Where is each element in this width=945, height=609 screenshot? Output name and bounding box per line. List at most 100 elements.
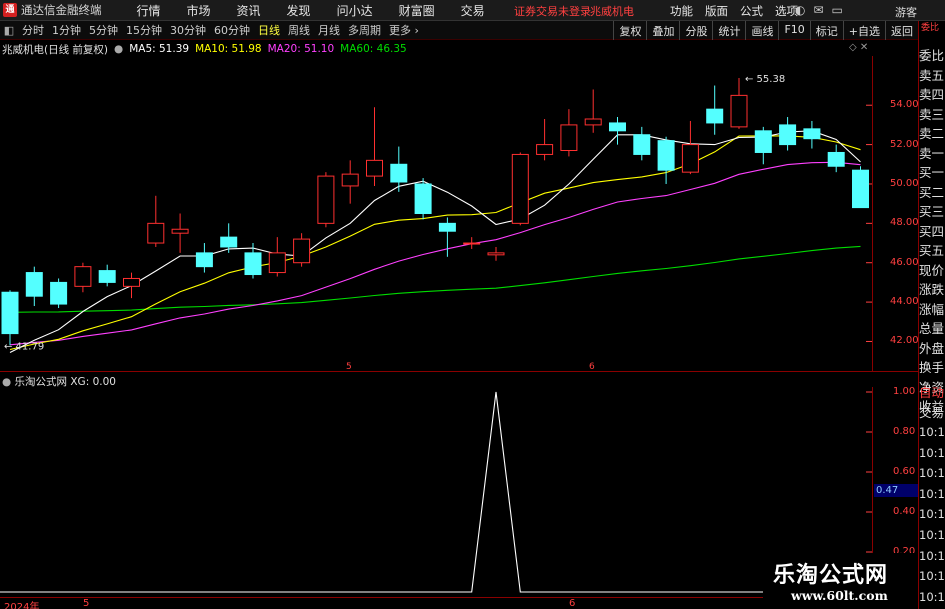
candle-down xyxy=(98,270,116,283)
period-weekly[interactable]: 周线 xyxy=(284,22,314,38)
quote-field: 卖四 xyxy=(919,87,945,102)
candle-up xyxy=(171,228,189,234)
mark-button[interactable]: 标记 xyxy=(809,21,843,40)
price-tick: 48.00 xyxy=(890,217,919,229)
trade-tab[interactable]: 交易 xyxy=(919,402,944,421)
xg-signal-line xyxy=(0,391,861,593)
f10-button[interactable]: F10 xyxy=(778,21,809,40)
period-monthly[interactable]: 月线 xyxy=(314,22,344,38)
menu-formula[interactable]: 公式 xyxy=(734,3,769,19)
candle-down xyxy=(827,151,845,167)
quote-field: 涨跌 xyxy=(919,282,945,297)
candle-up xyxy=(317,175,335,224)
trade-time: 10:14 xyxy=(919,548,945,563)
period-15min[interactable]: 15分钟 xyxy=(122,22,166,38)
quote-field: 买四 xyxy=(919,223,945,239)
period-more[interactable]: 更多 › xyxy=(385,22,423,38)
trade-time-list: 10:14 10:14 10:14 10:14 10:14 10:14 10:14 10:14… xyxy=(919,422,945,607)
period-multi[interactable]: 多周期 xyxy=(344,22,385,38)
price-tick: 50.00 xyxy=(890,177,919,189)
back-button[interactable]: 返回 xyxy=(885,21,918,40)
right-menu: 功能 版面 公式 选项 xyxy=(664,3,804,19)
quote-field-list: 委比 卖五 卖四 卖三 卖二 卖一 买一 买二 买三 买四 买五 现价 涨跌 涨幅 总量 外盘 换手 净资 收益 xyxy=(919,46,945,417)
low-price-annotation: ← 41.79 xyxy=(4,342,44,353)
event-marker: 5 xyxy=(346,362,352,371)
candle-down xyxy=(1,291,19,335)
menu-discover[interactable]: 发现 xyxy=(274,2,324,19)
panel-toggle-icon[interactable]: ◧ xyxy=(0,24,18,37)
trade-time: 10:14 xyxy=(919,527,945,542)
menu-news[interactable]: 资讯 xyxy=(224,2,274,19)
candle-down xyxy=(657,140,675,171)
menu-market[interactable]: 行情 xyxy=(124,2,174,19)
indicator-tick: 0.40 xyxy=(893,506,916,517)
period-60min[interactable]: 60分钟 xyxy=(210,22,254,38)
split-button[interactable]: 分股 xyxy=(679,21,712,40)
candle-down xyxy=(25,272,43,297)
menu-ask[interactable]: 问小达 xyxy=(324,2,386,19)
price-axis: 54.00 52.00 50.00 48.00 46.00 44.00 42.0… xyxy=(872,56,919,371)
chart-stock-name: 兆威机电(日线 前复权) xyxy=(2,43,109,56)
quote-field: 卖五 xyxy=(919,67,945,83)
period-5min[interactable]: 5分钟 xyxy=(85,22,122,38)
trade-time: 10:14 xyxy=(919,569,945,584)
main-menu: 行情 市场 资讯 发现 问小达 财富圈 交易 xyxy=(124,2,498,19)
sidebar-top-indicator: 委比 xyxy=(921,23,940,33)
draw-button[interactable]: 画线 xyxy=(745,21,778,40)
stats-button[interactable]: 统计 xyxy=(712,21,745,40)
candle-up xyxy=(487,252,505,256)
ma5-value: MA5: 51.39 xyxy=(129,43,190,55)
settings-icon[interactable]: ● xyxy=(114,43,123,55)
candle-up xyxy=(123,277,140,287)
period-1min[interactable]: 1分钟 xyxy=(48,22,85,38)
close-icon[interactable]: ✕ xyxy=(860,42,868,53)
price-candlestick-chart[interactable]: ← 55.38 ← 41.79 5 6 xyxy=(0,56,872,371)
watermark-url: www.60lt.com xyxy=(791,588,888,603)
menu-trade[interactable]: 交易 xyxy=(448,2,498,19)
chart-toolbar: 复权 叠加 分股 统计 画线 F10 标记 +自选 返回 xyxy=(613,21,918,40)
candle-down xyxy=(779,124,797,146)
quote-field: 买二 xyxy=(919,184,945,200)
quote-field: 委比 xyxy=(919,48,945,63)
diamond-icon[interactable]: ◇ xyxy=(849,42,857,53)
menu-layout[interactable]: 版面 xyxy=(699,3,734,19)
menu-function[interactable]: 功能 xyxy=(664,3,699,19)
ma-info-line: 兆威机电(日线 前复权) ● MA5: 51.39 MA10: 51.98 MA… xyxy=(2,42,407,56)
quote-field: 涨幅 xyxy=(919,301,945,317)
menu-wealth[interactable]: 财富圈 xyxy=(386,2,448,19)
skin-icon[interactable]: ◐ xyxy=(795,3,805,17)
price-tick: 54.00 xyxy=(890,99,919,111)
candle-down xyxy=(609,122,626,132)
candle-down xyxy=(803,128,821,140)
period-30min[interactable]: 30分钟 xyxy=(166,22,210,38)
adjust-button[interactable]: 复权 xyxy=(613,21,646,40)
candle-up xyxy=(366,159,383,177)
candle-up xyxy=(681,144,699,173)
trade-time: 10:14 xyxy=(919,507,945,522)
trade-time: 10:14 xyxy=(919,466,945,481)
menu-exchange[interactable]: 市场 xyxy=(174,2,224,19)
period-tick[interactable]: 分时 xyxy=(18,22,48,38)
trade-time: 10:14 xyxy=(919,589,945,604)
candle-down xyxy=(852,169,869,209)
add-watchlist-button[interactable]: +自选 xyxy=(842,21,885,40)
auto-toggle[interactable]: 自动 xyxy=(919,382,944,401)
quote-field: 现价 xyxy=(919,262,945,278)
guest-label[interactable]: 游客 xyxy=(895,4,917,20)
app-logo-icon: 通 xyxy=(3,3,17,17)
candle-up xyxy=(536,144,554,155)
overlay-button[interactable]: 叠加 xyxy=(646,21,679,40)
watermark: 乐淘公式网 www.60lt.com xyxy=(763,553,918,609)
candle-down xyxy=(50,281,68,305)
quote-field: 外盘 xyxy=(919,340,945,356)
title-bar: 通 通达信金融终端 行情 市场 资讯 发现 问小达 财富圈 交易 证券交易未登录… xyxy=(0,0,945,21)
minimize-icon[interactable]: ▭ xyxy=(832,3,843,17)
login-status[interactable]: 证券交易未登录 xyxy=(514,3,591,19)
candle-up xyxy=(341,173,359,187)
period-daily[interactable]: 日线 xyxy=(254,22,284,38)
candle-down xyxy=(390,163,408,183)
candle-up xyxy=(74,266,92,287)
xg-indicator-chart[interactable] xyxy=(0,387,872,593)
quote-field: 卖一 xyxy=(919,145,945,161)
message-icon[interactable]: ✉ xyxy=(813,3,823,17)
